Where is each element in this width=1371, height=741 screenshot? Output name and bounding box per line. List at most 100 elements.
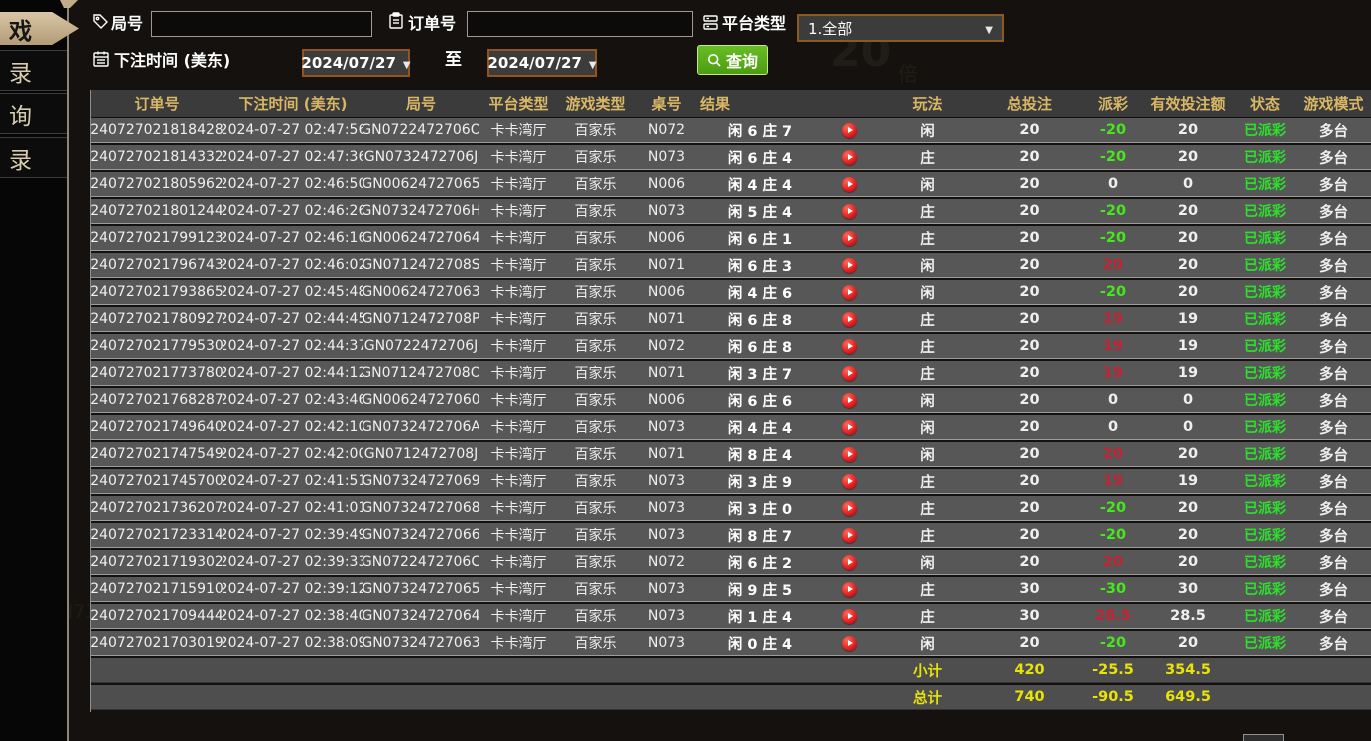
cell-time: 2024-07-27 02:47:36 [223,145,363,169]
cell-payout: -20 [1084,199,1142,223]
play-video-icon[interactable] [842,501,857,516]
table-row: 2407270217159102024-07-27 02:39:12GN0732… [91,577,1371,602]
date-to-picker[interactable]: 2024/07/27 [487,49,597,77]
cell-status: 已派彩 [1234,199,1296,223]
table-row: 2407270217193022024-07-27 02:39:33GN0722… [91,550,1371,575]
play-video-icon[interactable] [842,555,857,570]
cell-table: N073 [633,523,700,547]
cell-play: 闲 [880,118,975,142]
order-input[interactable] [467,11,693,37]
play-video-icon[interactable] [842,177,857,192]
cell-game: 百家乐 [558,523,633,547]
play-video-icon[interactable] [842,312,857,327]
cell-bet: 20 [975,469,1084,493]
query-button[interactable]: 查询 [697,45,768,75]
cell-game: 百家乐 [558,550,633,574]
play-video-icon[interactable] [842,474,857,489]
cell-play: 庄 [880,496,975,520]
cell-status: 已派彩 [1234,631,1296,655]
column-header-valid: 有效投注额 [1142,90,1234,117]
cell-order: 240727021747549 [91,442,223,466]
play-video-icon[interactable] [842,636,857,651]
play-video-icon[interactable] [842,528,857,543]
cell-mode: 多台 [1296,280,1371,304]
play-video-icon[interactable] [842,258,857,273]
cell-payout: -20 [1084,118,1142,142]
column-header-time: 下注时间 (美东) [223,90,363,117]
result-text: 闲 1 庄 4 [700,606,820,627]
total-row: 总计 740 -90.5 649.5 [91,685,1371,710]
cell-table: N073 [633,604,700,628]
cell-round: GN07324727066 [363,523,479,547]
cell-round: GN0722472706C [363,550,479,574]
cell-bet: 20 [975,442,1084,466]
cell-payout: 19 [1084,469,1142,493]
cell-round: GN00624727064 [363,226,479,250]
play-video-icon[interactable] [842,123,857,138]
cell-platform: 卡卡湾厅 [479,280,558,304]
sidebar-tab-2[interactable]: 询 [0,93,67,134]
play-video-icon[interactable] [842,582,857,597]
cell-status: 已派彩 [1234,253,1296,277]
cell-platform: 卡卡湾厅 [479,361,558,385]
result-cell: 闲 0 庄 4 [700,631,880,655]
cell-status: 已派彩 [1234,550,1296,574]
play-video-icon[interactable] [842,609,857,624]
cell-valid: 20 [1142,550,1234,574]
play-video-icon[interactable] [842,393,857,408]
column-header-status: 状态 [1234,90,1296,117]
play-video-icon[interactable] [842,231,857,246]
cell-order: 240727021799123 [91,226,223,250]
cell-platform: 卡卡湾厅 [479,307,558,331]
platform-select[interactable]: 1.全部 [797,14,1004,42]
result-text: 闲 3 庄 7 [700,363,820,384]
cell-status: 已派彩 [1234,604,1296,628]
cell-valid: 30 [1142,577,1234,601]
cell-status: 已派彩 [1234,469,1296,493]
cell-payout: -20 [1084,226,1142,250]
cell-game: 百家乐 [558,280,633,304]
cell-round: GN0732472706A [363,415,479,439]
sidebar-tab-1[interactable]: 录 [0,50,67,91]
column-header-mode: 游戏模式 [1296,90,1371,117]
cell-payout: 20 [1084,442,1142,466]
play-video-icon[interactable] [842,366,857,381]
play-video-icon[interactable] [842,150,857,165]
cell-platform: 卡卡湾厅 [479,118,558,142]
sidebar-tab-3[interactable]: 录 [0,137,67,178]
cell-mode: 多台 [1296,334,1371,358]
cell-status: 已派彩 [1234,388,1296,412]
play-video-icon[interactable] [842,204,857,219]
sidebar-tab-0[interactable]: 戏 [0,12,79,45]
cell-bet: 20 [975,361,1084,385]
pagination-button-partial[interactable] [1243,734,1284,741]
cell-time: 2024-07-27 02:47:56 [223,118,363,142]
result-text: 闲 4 庄 4 [700,174,820,195]
cell-order: 240727021780927 [91,307,223,331]
result-text: 闲 6 庄 7 [700,120,820,141]
cell-mode: 多台 [1296,442,1371,466]
play-video-icon[interactable] [842,285,857,300]
cell-status: 已派彩 [1234,172,1296,196]
cell-payout: 28.5 [1084,604,1142,628]
result-cell: 闲 3 庄 9 [700,469,880,493]
cell-valid: 0 [1142,388,1234,412]
play-video-icon[interactable] [842,420,857,435]
result-cell: 闲 6 庄 4 [700,145,880,169]
play-video-icon[interactable] [842,447,857,462]
cell-order: 240727021818428 [91,118,223,142]
cell-round: GN00624727065 [363,172,479,196]
column-header-platform: 平台类型 [479,90,558,117]
cell-mode: 多台 [1296,388,1371,412]
cell-mode: 多台 [1296,577,1371,601]
play-video-icon[interactable] [842,339,857,354]
cell-game: 百家乐 [558,118,633,142]
cell-mode: 多台 [1296,523,1371,547]
cell-play: 庄 [880,361,975,385]
cell-platform: 卡卡湾厅 [479,631,558,655]
cell-status: 已派彩 [1234,145,1296,169]
round-input[interactable] [151,11,372,37]
date-from-picker[interactable]: 2024/07/27 [302,49,410,77]
cell-table: N072 [633,550,700,574]
cell-game: 百家乐 [558,145,633,169]
